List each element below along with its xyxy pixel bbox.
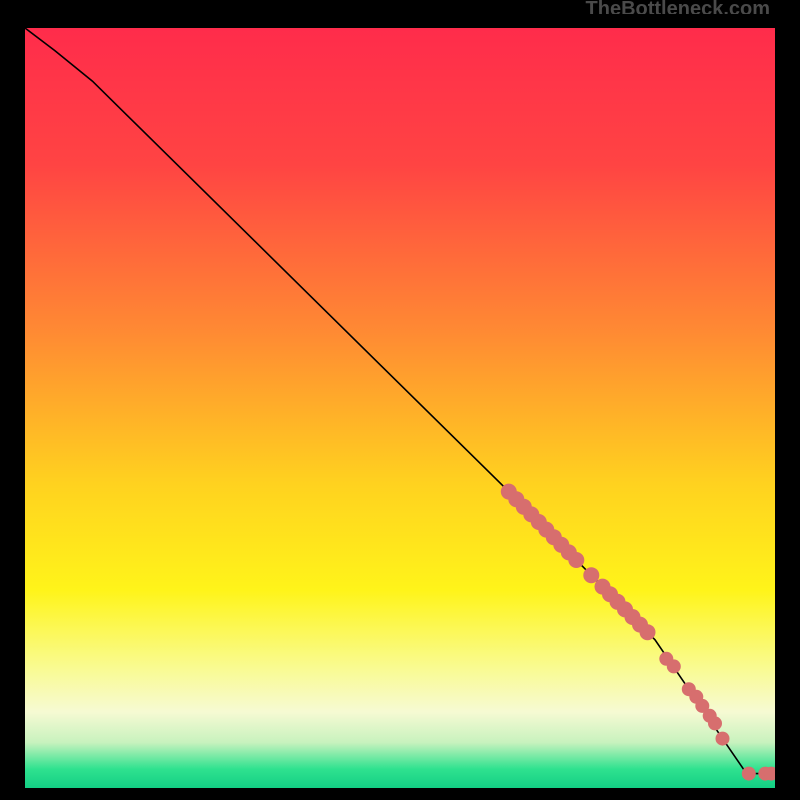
gradient-background — [25, 28, 775, 788]
data-marker — [640, 624, 656, 640]
chart-svg — [25, 28, 775, 788]
data-marker — [742, 767, 756, 781]
chart-frame — [0, 14, 800, 800]
data-marker — [583, 567, 599, 583]
data-marker — [716, 732, 730, 746]
plot-area — [25, 28, 775, 788]
data-marker — [667, 659, 681, 673]
data-marker — [708, 716, 722, 730]
data-marker — [568, 552, 584, 568]
